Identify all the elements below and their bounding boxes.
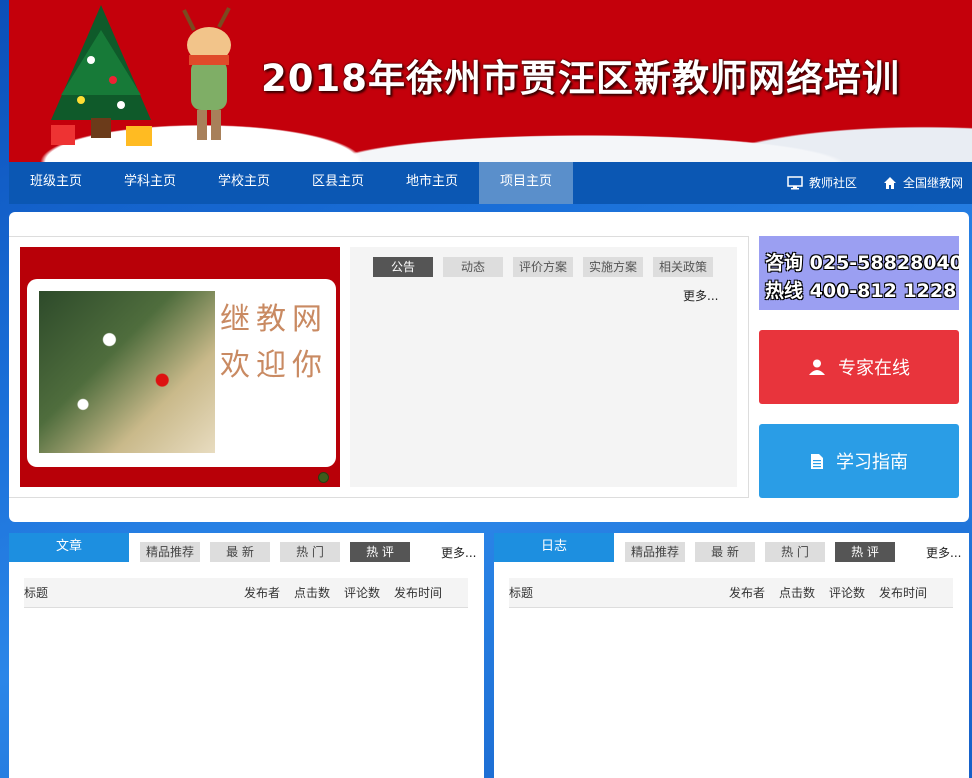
col-author: 发布者 [729,586,766,600]
col-clicks: 点击数 [779,586,816,600]
national-site-link[interactable]: 全国继教网 [883,162,963,204]
nav-item-city[interactable]: 地市主页 [385,162,479,204]
slider-dot[interactable] [318,472,329,483]
logs-tab-hot-comments[interactable]: 热 评 [835,542,895,562]
document-icon [811,453,823,469]
articles-more-link[interactable]: 更多... [441,544,476,561]
national-site-label: 全国继教网 [903,176,964,190]
tab-policy[interactable]: 相关政策 [653,257,713,277]
nav-item-county[interactable]: 区县主页 [291,162,385,204]
notice-board: 公告 动态 评价方案 实施方案 相关政策 更多... [350,247,737,487]
col-comments: 评论数 [829,586,866,600]
tab-evaluation[interactable]: 评价方案 [513,257,573,277]
articles-table-header: 标题 发布者 点击数 评论数 发布时间 [24,578,468,608]
expert-online-label: 专家在线 [838,358,910,379]
reindeer-icon [182,7,231,140]
nav-item-subject[interactable]: 学科主页 [103,162,197,204]
consult-number: 025-58828040 [809,252,959,274]
hotline-banner: 咨询 025-58828040 热线 400-812 1228 [759,236,959,310]
study-guide-button[interactable]: 学习指南 [759,424,959,498]
header-banner: 2018年徐州市贾汪区新教师网络培训 [9,0,972,162]
col-author: 发布者 [244,586,281,600]
main-nav: 班级主页 学科主页 学校主页 区县主页 地市主页 项目主页 教师社区 全国继教网 [9,162,972,204]
hotline-number: 400-812 1228 [809,280,957,302]
banner-title: 2018年徐州市贾汪区新教师网络培训 [261,57,900,100]
logs-tab-featured[interactable]: 精品推荐 [625,542,685,562]
articles-panel: 文章 精品推荐 最 新 热 门 热 评 更多... 标题 发布者 点击数 评论数… [9,533,484,778]
col-comments: 评论数 [344,586,381,600]
tab-news[interactable]: 动态 [443,257,503,277]
nav-item-school[interactable]: 学校主页 [197,162,291,204]
articles-tab-hot-comments[interactable]: 热 评 [350,542,410,562]
welcome-text: 继教网 欢迎你 [220,302,328,383]
slide-card: 继教网 欢迎你 [27,279,336,467]
col-title: 标题 [509,586,534,600]
hotline-label: 热线 [765,280,804,302]
col-date: 发布时间 [879,586,928,600]
articles-tab-featured[interactable]: 精品推荐 [140,542,200,562]
christmas-tree-icon [51,5,152,146]
logs-more-link[interactable]: 更多... [926,544,961,561]
consult-line: 咨询 025-58828040 [765,248,959,275]
study-guide-label: 学习指南 [836,452,908,473]
col-title: 标题 [24,586,49,600]
expert-online-button[interactable]: 专家在线 [759,330,959,404]
teacher-community-link[interactable]: 教师社区 [787,162,857,204]
notice-more-link[interactable]: 更多... [683,287,718,304]
slide-photo [39,291,215,453]
nav-item-project[interactable]: 项目主页 [479,162,573,204]
articles-tab-latest[interactable]: 最 新 [210,542,270,562]
articles-title: 文章 [9,533,129,562]
tab-implementation[interactable]: 实施方案 [583,257,643,277]
logs-panel: 日志 精品推荐 最 新 热 门 热 评 更多... 标题 发布者 点击数 评论数… [494,533,969,778]
consult-label: 咨询 [765,252,804,274]
tab-announcement[interactable]: 公告 [373,257,433,277]
logs-tab-latest[interactable]: 最 新 [695,542,755,562]
teacher-community-label: 教师社区 [809,176,858,190]
articles-tab-popular[interactable]: 热 门 [280,542,340,562]
col-clicks: 点击数 [294,586,331,600]
nav-item-class[interactable]: 班级主页 [9,162,103,204]
home-icon [884,177,896,189]
user-icon [809,359,825,375]
hotline-line: 热线 400-812 1228 [765,276,956,303]
top-panel: 继教网 欢迎你 公告 动态 评价方案 实施方案 相关政策 更多... 咨询 02… [9,212,969,522]
logs-table-header: 标题 发布者 点击数 评论数 发布时间 [509,578,953,608]
logs-title: 日志 [494,533,614,562]
logs-tab-popular[interactable]: 热 门 [765,542,825,562]
col-date: 发布时间 [394,586,443,600]
monitor-icon [787,176,803,190]
image-slider[interactable]: 继教网 欢迎你 [20,247,340,487]
